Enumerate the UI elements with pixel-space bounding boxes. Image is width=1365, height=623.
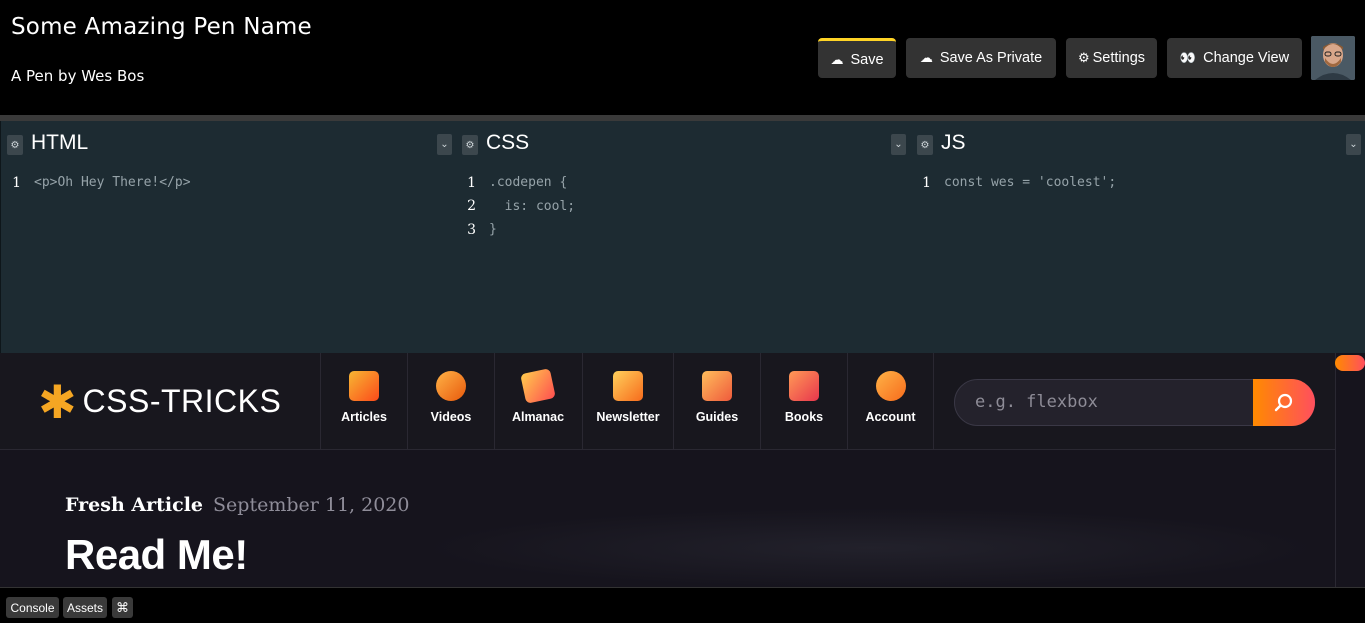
code-text: const wes = 'coolest'; xyxy=(944,175,1117,191)
nav-label: Newsletter xyxy=(596,410,660,424)
settings-label: Settings xyxy=(1092,50,1146,66)
articles-icon xyxy=(349,371,379,401)
asterisk-logo-icon: ✱ xyxy=(38,374,77,429)
fresh-article-label: Fresh Article xyxy=(65,494,204,516)
search-icon xyxy=(1274,393,1293,411)
account-icon xyxy=(875,371,906,401)
code-text: <p>Oh Hey There!</p> xyxy=(34,175,191,191)
search-button[interactable] xyxy=(1253,379,1315,426)
code-text: .codepen { xyxy=(489,175,568,191)
css-code[interactable]: 1 .codepen { 2 is: cool; 3 } xyxy=(456,171,575,242)
code-text: } xyxy=(489,222,497,238)
save-as-private-label: Save As Private xyxy=(939,50,1043,66)
save-label: Save xyxy=(850,51,884,68)
line-number: 3 xyxy=(467,221,476,238)
nav-label: Guides xyxy=(695,410,739,424)
gear-icon: ⚙ xyxy=(1077,50,1090,65)
nav-label: Articles xyxy=(341,410,387,424)
site-nav: ✱ CSS-TRICKS Articles Videos Almanac New… xyxy=(0,353,1335,450)
save-as-private-button[interactable]: ☁ Save As Private xyxy=(906,38,1056,78)
hero-background xyxy=(420,508,1320,587)
line-number: 2 xyxy=(467,198,476,215)
html-settings-gear-icon[interactable]: ⚙ xyxy=(7,135,23,155)
save-button[interactable]: ☁ Save xyxy=(818,38,896,78)
result-preview: ✱ CSS-TRICKS Articles Videos Almanac New… xyxy=(0,353,1365,587)
js-editor-title: JS xyxy=(941,131,966,154)
videos-icon xyxy=(436,371,466,401)
editors-panel: ⚙ HTML ⌄ 1 <p>Oh Hey There!</p> ⚙ CSS ⌄ … xyxy=(0,121,1365,353)
code-line: 1 const wes = 'coolest'; xyxy=(911,171,1116,195)
change-view-label: Change View xyxy=(1203,50,1290,66)
pen-title[interactable]: Some Amazing Pen Name xyxy=(11,14,312,40)
newsletter-icon xyxy=(613,371,643,401)
pen-author: A Pen by Wes Bos xyxy=(11,67,145,85)
keyboard-shortcuts-command-icon[interactable]: ⌘ xyxy=(112,597,133,618)
logo-text: CSS-TRICKS xyxy=(82,383,282,419)
nav-label: Books xyxy=(784,410,824,424)
nav-item-newsletter[interactable]: Newsletter xyxy=(582,353,673,450)
code-line: 1 .codepen { xyxy=(456,171,575,195)
almanac-icon xyxy=(520,368,556,404)
nav-item-account[interactable]: Account xyxy=(847,353,934,450)
nav-item-almanac[interactable]: Almanac xyxy=(494,353,581,450)
css-editor[interactable]: ⚙ CSS ⌄ 1 .codepen { 2 is: cool; 3 } xyxy=(456,121,911,353)
settings-button[interactable]: ⚙ Settings xyxy=(1066,38,1157,78)
code-text: is: cool; xyxy=(489,198,576,214)
html-code[interactable]: 1 <p>Oh Hey There!</p> xyxy=(1,171,191,195)
css-editor-chevron-down-icon[interactable]: ⌄ xyxy=(891,134,906,155)
js-settings-gear-icon[interactable]: ⚙ xyxy=(917,135,933,155)
js-editor-chevron-down-icon[interactable]: ⌄ xyxy=(1346,134,1361,155)
html-editor[interactable]: ⚙ HTML ⌄ 1 <p>Oh Hey There!</p> xyxy=(1,121,456,353)
avatar[interactable] xyxy=(1311,36,1355,80)
search-box xyxy=(954,379,1315,426)
line-number: 1 xyxy=(12,174,21,191)
nav-label: Videos xyxy=(430,410,472,424)
css-tricks-logo[interactable]: ✱ CSS-TRICKS xyxy=(38,374,282,429)
console-button[interactable]: Console xyxy=(6,597,59,618)
css-settings-gear-icon[interactable]: ⚙ xyxy=(462,135,478,155)
html-editor-title: HTML xyxy=(31,131,89,154)
nav-item-books[interactable]: Books xyxy=(760,353,847,450)
nav-item-videos[interactable]: Videos xyxy=(407,353,494,450)
article-date: September 11, 2020 xyxy=(213,494,410,516)
line-number: 1 xyxy=(467,174,476,191)
eyes-icon: 👀 xyxy=(1179,50,1197,65)
cloud-icon: ☁ xyxy=(830,51,844,67)
js-code[interactable]: 1 const wes = 'coolest'; xyxy=(911,171,1116,195)
css-editor-title: CSS xyxy=(486,131,530,154)
books-icon xyxy=(789,371,819,401)
cloud-icon: ☁ xyxy=(919,50,933,65)
search-input[interactable] xyxy=(975,392,1245,412)
nav-item-articles[interactable]: Articles xyxy=(320,353,407,450)
change-view-button[interactable]: 👀 Change View xyxy=(1167,38,1302,78)
guides-icon xyxy=(702,371,732,401)
pen-header: Some Amazing Pen Name A Pen by Wes Bos ☁… xyxy=(0,0,1365,115)
article-headline[interactable]: Read Me! xyxy=(65,531,248,579)
nav-label: Account xyxy=(865,410,916,424)
scrollbar-thumb[interactable] xyxy=(1335,355,1365,371)
js-editor[interactable]: ⚙ JS ⌄ 1 const wes = 'coolest'; xyxy=(911,121,1365,353)
html-editor-chevron-down-icon[interactable]: ⌄ xyxy=(437,134,452,155)
line-number: 1 xyxy=(922,174,931,191)
code-line: 1 <p>Oh Hey There!</p> xyxy=(1,171,191,195)
scrollbar-track[interactable] xyxy=(1335,353,1365,587)
nav-label: Almanac xyxy=(511,410,565,424)
assets-button[interactable]: Assets xyxy=(63,597,107,618)
pen-footer: Console Assets ⌘ xyxy=(0,587,1365,623)
fresh-article-meta: Fresh Article September 11, 2020 xyxy=(65,494,409,516)
code-line: 3 } xyxy=(456,218,575,242)
code-line: 2 is: cool; xyxy=(456,195,575,219)
nav-item-guides[interactable]: Guides xyxy=(673,353,760,450)
